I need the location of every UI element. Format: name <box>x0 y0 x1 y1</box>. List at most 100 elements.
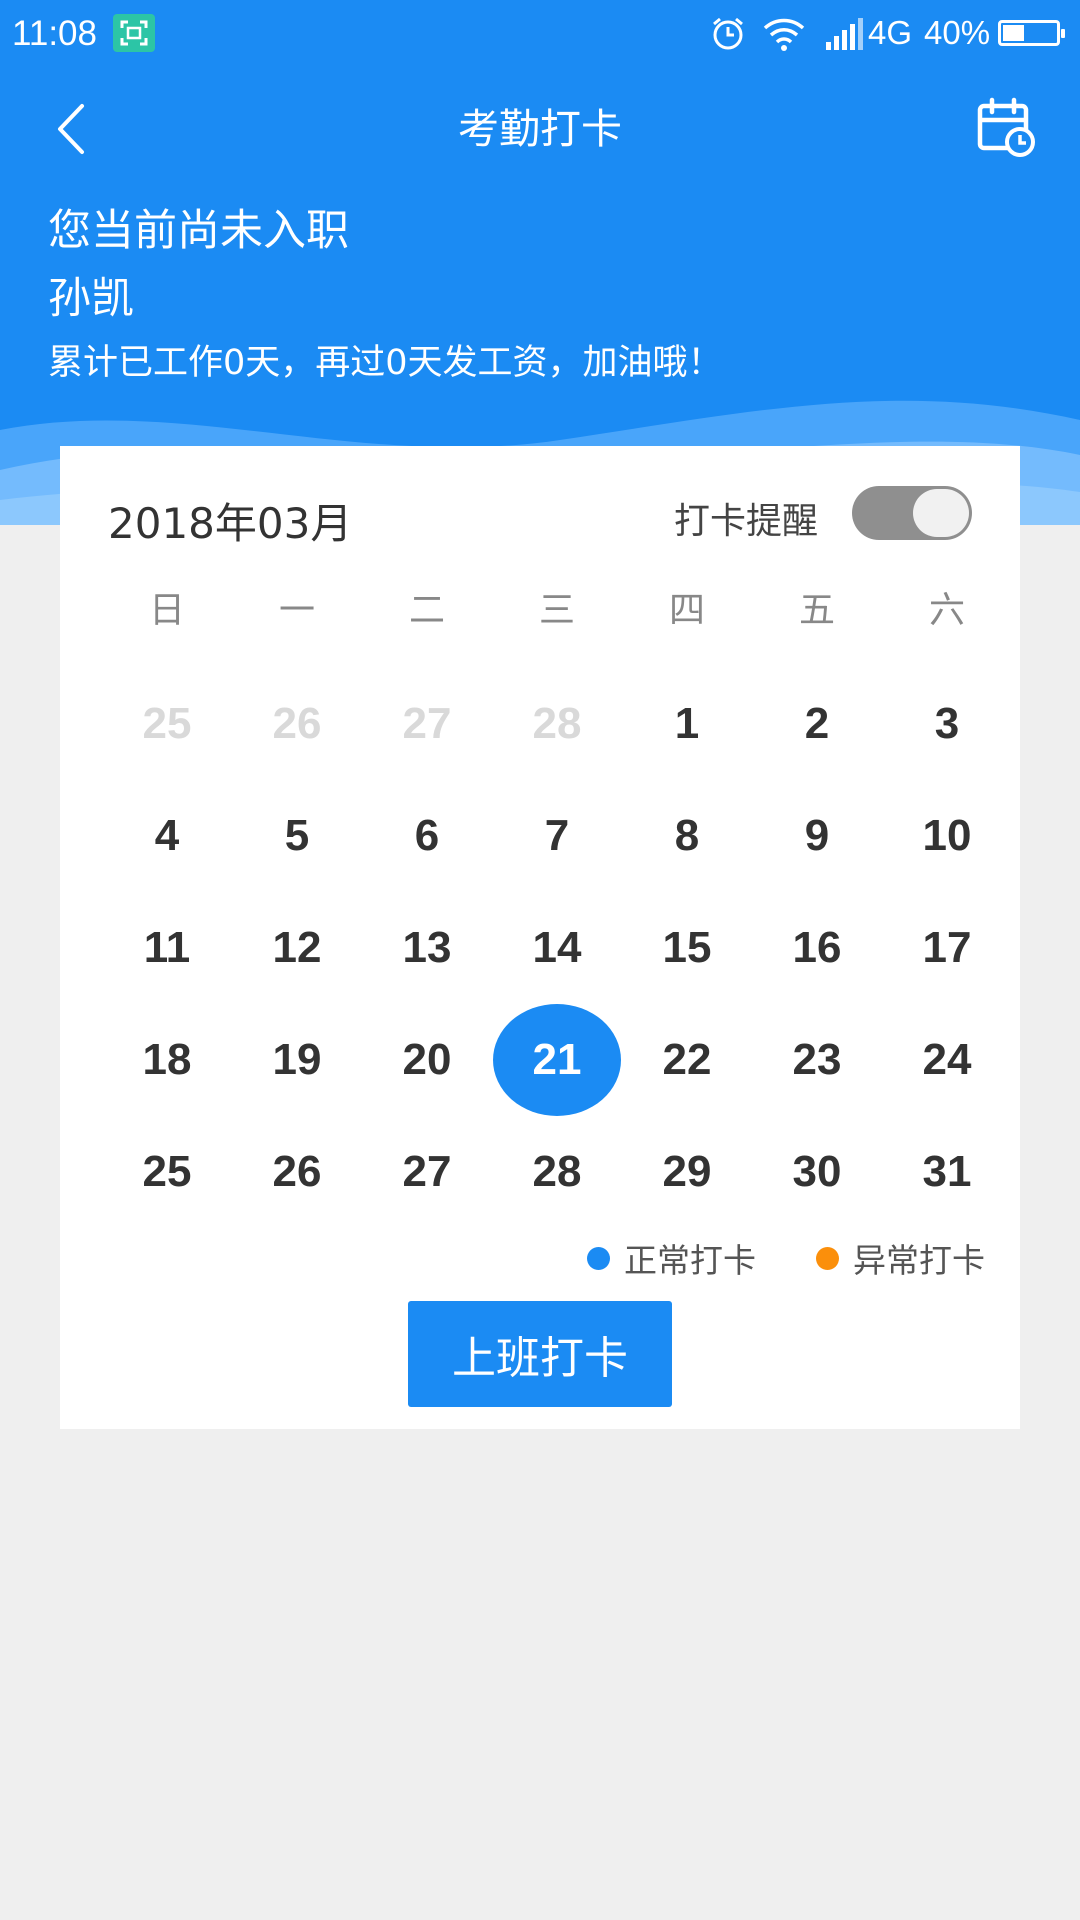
calendar-day[interactable]: 24 <box>882 1004 1012 1116</box>
calendar-card: 2018年03月 打卡提醒 日一二三四五六 25 26 27 28 1 2 3 4 5 6 7 8 9 1… <box>60 446 1020 1429</box>
calendar-day[interactable]: 23 <box>752 1004 882 1116</box>
calendar-day[interactable]: 31 <box>882 1116 1012 1228</box>
status-time: 11:08 <box>12 14 97 53</box>
checkin-button[interactable]: 上班打卡 <box>408 1301 672 1407</box>
calendar-day[interactable]: 18 <box>102 1004 232 1116</box>
calendar-day[interactable]: 17 <box>882 892 1012 1004</box>
day-number: 4 <box>154 811 180 860</box>
normal-dot-icon <box>587 1246 610 1270</box>
calendar-grid: 25 26 27 28 1 2 3 4 5 6 7 8 9 10 11 12 13 14 15 16 17 18 19 20 2… <box>102 668 1014 1228</box>
day-number: 15 <box>662 923 712 972</box>
calendar-day[interactable]: 14 <box>492 892 622 1004</box>
calendar-day[interactable]: 28 <box>492 1116 622 1228</box>
day-number: 27 <box>402 1147 452 1196</box>
day-number: 6 <box>414 811 440 860</box>
calendar-day[interactable]: 27 <box>362 668 492 780</box>
battery-icon <box>998 20 1065 46</box>
calendar-day[interactable]: 28 <box>492 668 622 780</box>
day-number: 2 <box>804 699 830 748</box>
calendar-day[interactable]: 5 <box>232 780 362 892</box>
calendar-day[interactable]: 30 <box>752 1116 882 1228</box>
day-number: 28 <box>532 699 582 748</box>
battery-level <box>1003 25 1024 41</box>
page-title: 考勤打卡 <box>458 105 622 153</box>
calendar-day[interactable]: 26 <box>232 1116 362 1228</box>
day-number: 8 <box>674 811 700 860</box>
scan-icon <box>113 14 155 52</box>
signal-icon <box>826 18 863 50</box>
employment-status: 您当前尚未入职 <box>48 206 349 256</box>
day-number: 24 <box>922 1035 972 1084</box>
calendar-day-selected[interactable]: 21 <box>492 1004 622 1116</box>
calendar-day[interactable]: 9 <box>752 780 882 892</box>
calendar-day[interactable]: 20 <box>362 1004 492 1116</box>
user-info: 您当前尚未入职 孙凯 累计已工作0天，再过0天发工资，加油哦！ <box>48 202 723 386</box>
wifi-icon <box>763 18 805 51</box>
calendar-day[interactable]: 26 <box>232 668 362 780</box>
toggle-knob <box>913 489 969 537</box>
weekday-label: 一 <box>278 590 315 631</box>
calendar-day[interactable]: 4 <box>102 780 232 892</box>
calendar-day[interactable]: 1 <box>622 668 752 780</box>
day-number: 16 <box>792 923 842 972</box>
network-type: 4G <box>868 14 913 51</box>
day-number: 5 <box>284 811 310 860</box>
day-number: 25 <box>142 699 192 748</box>
calendar-day[interactable]: 11 <box>102 892 232 1004</box>
calendar-day[interactable]: 27 <box>362 1116 492 1228</box>
calendar-day[interactable]: 2 <box>752 668 882 780</box>
weekday-label: 五 <box>798 590 835 631</box>
day-number: 27 <box>402 699 452 748</box>
day-number: 29 <box>662 1147 712 1196</box>
calendar-day[interactable]: 7 <box>492 780 622 892</box>
calendar-day[interactable]: 6 <box>362 780 492 892</box>
calendar-day[interactable]: 22 <box>622 1004 752 1116</box>
calendar-day[interactable]: 16 <box>752 892 882 1004</box>
calendar-day[interactable]: 10 <box>882 780 1012 892</box>
day-number: 19 <box>272 1035 322 1084</box>
calendar-day[interactable]: 8 <box>622 780 752 892</box>
reminder-toggle[interactable] <box>852 486 972 540</box>
day-number: 17 <box>922 923 972 972</box>
reminder-label: 打卡提醒 <box>674 501 819 542</box>
weekday-header: 日一二三四五六 <box>102 586 1014 636</box>
calendar-day[interactable]: 15 <box>622 892 752 1004</box>
work-summary: 累计已工作0天，再过0天发工资，加油哦！ <box>48 343 723 383</box>
legend-abnormal-label: 异常打卡 <box>853 1241 985 1280</box>
day-number: 10 <box>922 811 972 860</box>
month-title: 2018年03月 <box>108 499 353 548</box>
alarm-icon <box>713 17 743 50</box>
day-number: 25 <box>142 1147 192 1196</box>
day-number: 18 <box>142 1035 192 1084</box>
day-number: 26 <box>272 1147 322 1196</box>
calendar-day[interactable]: 12 <box>232 892 362 1004</box>
day-number: 11 <box>143 923 191 972</box>
calendar-day[interactable]: 19 <box>232 1004 362 1116</box>
weekday-label: 二 <box>408 590 445 631</box>
abnormal-dot-icon <box>816 1246 839 1270</box>
legend-normal-label: 正常打卡 <box>624 1241 756 1280</box>
day-number: 7 <box>544 811 570 860</box>
legend-normal: 正常打卡 <box>587 1238 756 1280</box>
day-number: 13 <box>402 923 452 972</box>
day-number: 30 <box>792 1147 842 1196</box>
day-number: 1 <box>674 699 700 748</box>
day-number: 28 <box>532 1147 582 1196</box>
day-number: 21 <box>532 1035 582 1084</box>
calendar-clock-icon[interactable] <box>976 96 1036 158</box>
day-number: 31 <box>922 1147 972 1196</box>
day-number: 14 <box>532 923 582 972</box>
status-bar: 11:08 4G 40% <box>0 0 1080 68</box>
user-name: 孙凯 <box>48 274 134 324</box>
calendar-day[interactable]: 29 <box>622 1116 752 1228</box>
day-number: 23 <box>792 1035 842 1084</box>
calendar-day[interactable]: 13 <box>362 892 492 1004</box>
weekday-label: 日 <box>148 590 185 631</box>
day-number: 9 <box>804 811 830 860</box>
calendar-day[interactable]: 25 <box>102 1116 232 1228</box>
weekday-label: 六 <box>928 590 965 631</box>
calendar-day[interactable]: 25 <box>102 668 232 780</box>
legend-abnormal: 异常打卡 <box>816 1238 985 1280</box>
weekday-label: 四 <box>668 590 705 631</box>
calendar-day[interactable]: 3 <box>882 668 1012 780</box>
